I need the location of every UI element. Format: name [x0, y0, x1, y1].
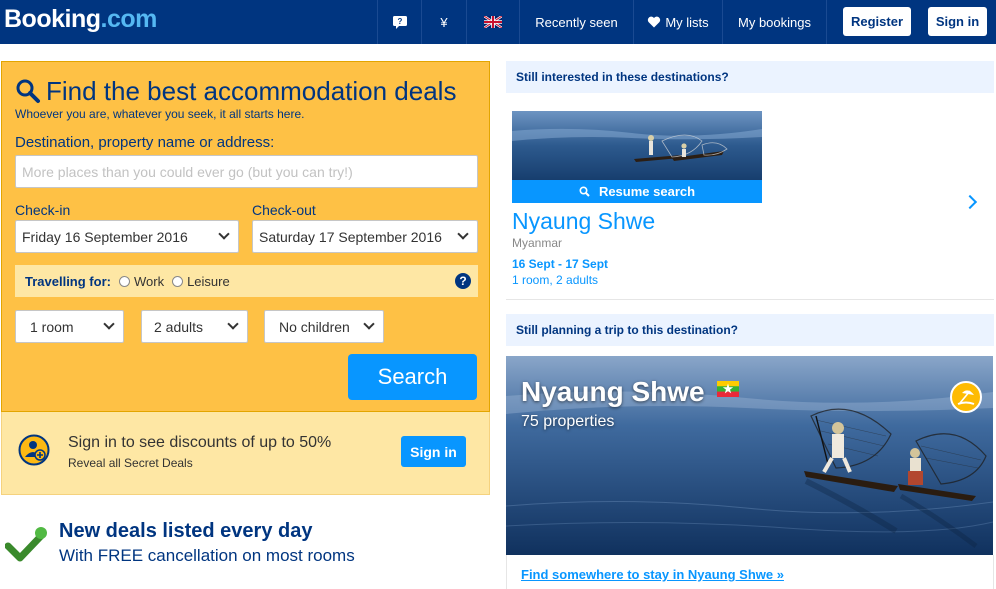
my-lists-label: My lists [665, 14, 709, 30]
children-value: No children [279, 318, 350, 335]
sign-in-button[interactable]: Sign in [928, 7, 987, 36]
travelling-for-row: Travelling for: Work Leisure ? [15, 265, 478, 297]
checkin-date-select[interactable]: Friday 16 September 2016 [15, 220, 239, 253]
heart-icon [648, 16, 661, 28]
resume-search-label: Resume search [598, 184, 696, 199]
adults-value: 2 adults [154, 318, 204, 335]
chevron-down-icon [218, 228, 230, 240]
recent-destination-name[interactable]: Nyaung Shwe [512, 208, 655, 235]
svg-text:?: ? [397, 17, 402, 26]
chevron-right-icon[interactable] [962, 194, 978, 210]
search-title: Find the best accommodation deals [46, 76, 457, 106]
sign-in-promo: Sign in to see discounts of up to 50% Re… [1, 412, 490, 495]
sign-in-promo-subtitle: Reveal all Secret Deals [68, 456, 193, 470]
checkmark-icon [5, 527, 47, 562]
checkin-label: Check-in [15, 202, 71, 218]
sign-in-promo-title: Sign in to see discounts of up to 50% [68, 434, 332, 451]
language-selector-uk-flag-icon[interactable] [466, 0, 519, 44]
user-plus-icon [18, 434, 50, 466]
beach-icon [950, 381, 982, 413]
currency-selector[interactable]: ¥ [421, 0, 466, 44]
adults-select[interactable]: 2 adults [141, 310, 248, 343]
checkout-value: Saturday 17 September 2016 [259, 228, 442, 245]
my-bookings-link[interactable]: My bookings [722, 0, 826, 44]
travelling-for-label: Travelling for: [25, 273, 111, 289]
checkin-value: Friday 16 September 2016 [22, 228, 188, 245]
recent-destination-guests: 1 room, 2 adults [512, 273, 599, 287]
recent-destination-country: Myanmar [512, 236, 563, 250]
my-lists-link[interactable]: My lists [633, 0, 722, 44]
planning-destination-name[interactable]: Nyaung Shwe [521, 376, 705, 408]
children-select[interactable]: No children [264, 310, 384, 343]
resume-search-button[interactable]: Resume search [512, 180, 762, 203]
destination-label: Destination, property name or address: [15, 134, 275, 151]
booking-logo[interactable]: Booking.com [4, 5, 157, 34]
chevron-down-icon [227, 318, 239, 330]
work-radio[interactable]: Work [118, 273, 165, 289]
chevron-down-icon [457, 228, 469, 240]
recently-seen-link[interactable]: Recently seen [519, 0, 633, 44]
chevron-down-icon [103, 318, 115, 330]
myanmar-flag-icon [717, 381, 739, 397]
find-stay-link[interactable]: Find somewhere to stay in Nyaung Shwe » [521, 567, 784, 582]
deals-title: New deals listed every day [59, 520, 313, 542]
register-button[interactable]: Register [843, 7, 911, 36]
planning-heading: Still planning a trip to this destinatio… [506, 314, 994, 346]
checkout-date-select[interactable]: Saturday 17 September 2016 [252, 220, 478, 253]
rooms-value: 1 room [30, 318, 74, 335]
rooms-select[interactable]: 1 room [15, 310, 124, 343]
destination-photo-small[interactable] [512, 111, 762, 180]
promo-sign-in-button[interactable]: Sign in [401, 436, 466, 467]
search-icon [579, 186, 590, 197]
search-box: Find the best accommodation deals Whoeve… [1, 61, 490, 412]
leisure-label: Leisure [187, 273, 230, 289]
booking-home-page: { "header": { "logo_main": "Booking", "l… [0, 0, 996, 589]
my-bookings-label: My bookings [738, 14, 811, 30]
divider [506, 299, 994, 300]
search-subtitle: Whoever you are, whatever you seek, it a… [15, 107, 305, 121]
chevron-down-icon [363, 318, 375, 330]
recently-seen-label: Recently seen [535, 14, 618, 30]
top-nav-bar: Booking.com ? ¥ Recently seen My lists M… [0, 0, 996, 44]
help-icon[interactable]: ? [455, 273, 471, 289]
search-button[interactable]: Search [348, 354, 477, 400]
customer-service-icon[interactable]: ? [377, 0, 421, 44]
currency-label: ¥ [440, 14, 448, 30]
leisure-radio[interactable]: Leisure [172, 274, 230, 289]
planning-property-count: 75 properties [521, 413, 615, 430]
destination-input[interactable]: More places than you could ever go (but … [15, 155, 478, 188]
work-label: Work [133, 273, 165, 289]
deals-subtitle: With FREE cancellation on most rooms [59, 546, 355, 565]
checkout-label: Check-out [252, 202, 316, 218]
recent-destinations-heading: Still interested in these destinations? [506, 61, 994, 93]
recent-destination-dates: 16 Sept - 17 Sept [512, 257, 609, 271]
search-icon [16, 79, 40, 103]
